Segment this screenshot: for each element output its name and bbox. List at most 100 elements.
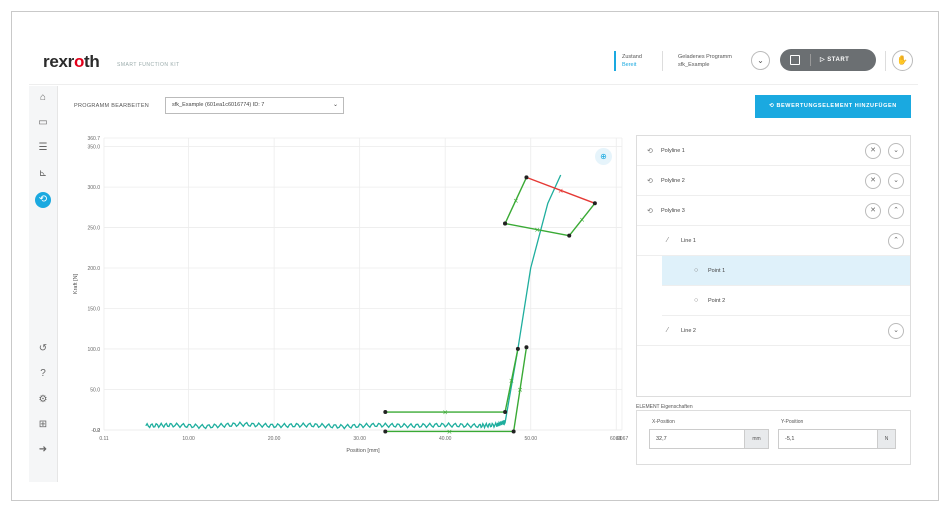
chevron-down-icon[interactable]: ⌄: [888, 143, 904, 159]
start-label: START: [827, 57, 849, 63]
x-tick-label: 30.00: [353, 436, 366, 442]
logout-icon[interactable]: ➜: [35, 442, 51, 458]
polyline-icon: ⟲: [647, 207, 653, 215]
program-select-value: sfk_Example (601ea1c6016774) ID: 7: [172, 102, 264, 108]
add-element-label: BEWERTUNGSELEMENT HINZUFÜGEN: [776, 103, 896, 109]
segment-marker: ×: [442, 409, 448, 417]
app-subtitle: SMART FUNCTION KIT: [117, 62, 180, 68]
polyline-icon: ⟲: [647, 177, 653, 185]
tree-item-label: Line 2: [681, 328, 696, 334]
y-tick-label: 0.0: [93, 428, 100, 434]
stop-button[interactable]: [790, 55, 800, 65]
control-divider: [810, 54, 811, 66]
segment-marker: ×: [517, 386, 523, 394]
y-tick-label: 360.7: [87, 136, 100, 142]
remove-icon[interactable]: ✕: [865, 173, 881, 189]
segment-marker: ×: [513, 197, 519, 205]
state-value: Bereit: [622, 61, 642, 69]
loaded-program: Geladenes Programm sfk_Example: [678, 53, 732, 69]
chevron-down-icon: ⌄: [757, 56, 764, 65]
program-dropdown-button[interactable]: ⌄: [751, 51, 770, 70]
window-point: [503, 222, 507, 226]
window-point: [512, 429, 516, 433]
evaluation-tree-panel: ⟲Polyline 1✕⌄⟲Polyline 2✕⌄⟲Polyline 3✕⌃⁄…: [636, 135, 911, 397]
chevron-up-icon[interactable]: ⌃: [888, 233, 904, 249]
add-evaluation-element-button[interactable]: ⟲ BEWERTUNGSELEMENT HINZUFÜGEN: [755, 95, 911, 118]
window-point: [524, 345, 528, 349]
evaluation-icon[interactable]: ⟲: [35, 192, 51, 208]
x-tick-label: 20.00: [268, 436, 281, 442]
state-label: Zustand: [622, 53, 642, 61]
window-point: [503, 410, 507, 414]
tree-item-label: Line 1: [681, 238, 696, 244]
chevron-down-icon[interactable]: ⌄: [888, 323, 904, 339]
sidebar: ⌂ ▭ ☰ ⊾ ⟲ ↺ ? ⚙ ⊞ ➜: [29, 86, 58, 482]
y-tick-label: 200.0: [87, 266, 100, 272]
window-point: [524, 175, 528, 179]
network-icon[interactable]: ⊞: [35, 417, 51, 433]
tree-item-label: Polyline 3: [661, 208, 685, 214]
rexroth-logo: rexroth: [43, 52, 100, 72]
chevron-up-icon[interactable]: ⌃: [888, 203, 904, 219]
y-tick-label: 350.0: [87, 145, 100, 151]
window-point: [383, 410, 387, 414]
segment-marker: ×: [447, 428, 453, 436]
hand-icon[interactable]: ✋: [892, 50, 913, 71]
state-indicator: [614, 51, 616, 71]
polyline-icon: ⟲: [647, 147, 653, 155]
x-tick-label: 10.00: [182, 436, 195, 442]
chart-svg: 0.1110.0020.0030.0040.0050.0060.0060.67-…: [69, 135, 629, 455]
header-divider: [662, 51, 663, 71]
help-icon[interactable]: ?: [35, 366, 51, 382]
y-tick-label: 50.0: [90, 387, 100, 393]
remove-icon[interactable]: ✕: [865, 143, 881, 159]
tree-item-point[interactable]: ○ Point 1: [662, 256, 910, 286]
y-tick-label: 150.0: [87, 306, 100, 312]
loaded-program-label: Geladenes Programm: [678, 53, 732, 61]
state-block: Zustand Bereit: [622, 53, 642, 69]
chart-icon[interactable]: ⊾: [35, 166, 51, 182]
x-tick-label: 0.11: [99, 436, 109, 442]
app-header: rexroth SMART FUNCTION KIT Zustand Berei…: [29, 37, 918, 85]
measurement-curve: [146, 175, 561, 429]
tree-item-point[interactable]: ○Point 2: [662, 286, 910, 316]
point-icon: ○: [694, 267, 698, 274]
chevron-down-icon: ⌄: [333, 101, 338, 108]
x-tick-label: 50.00: [524, 436, 537, 442]
start-button[interactable]: ▷ START: [820, 53, 849, 67]
segment-marker: ×: [579, 216, 585, 224]
app-window: rexroth SMART FUNCTION KIT Zustand Berei…: [29, 37, 918, 482]
chevron-down-icon[interactable]: ⌄: [888, 173, 904, 189]
segment-marker: ×: [558, 187, 564, 195]
settings-icon[interactable]: ⚙: [35, 392, 51, 408]
program-select[interactable]: sfk_Example (601ea1c6016774) ID: 7 ⌄: [165, 97, 344, 114]
y-tick-label: 250.0: [87, 226, 100, 232]
tree-item-line[interactable]: ⁄ Line 2 ⌄: [637, 316, 910, 346]
x-position-field[interactable]: 32,7: [649, 429, 745, 449]
loaded-program-value: sfk_Example: [678, 61, 732, 69]
folder-icon[interactable]: ▭: [35, 115, 51, 131]
history-icon[interactable]: ↺: [35, 341, 51, 357]
x-axis-label: Position [mm]: [346, 448, 380, 454]
y-tick-label: 100.0: [87, 347, 100, 353]
tree-item-label: Point 1: [708, 268, 725, 274]
steps-icon[interactable]: ☰: [35, 140, 51, 156]
tree-item-label: Polyline 1: [661, 148, 685, 154]
tree-item-polyline[interactable]: ⟲ Polyline 1 ✕ ⌄: [637, 136, 910, 166]
y-position-field[interactable]: -5,1: [778, 429, 878, 449]
segment-marker: ×: [509, 377, 515, 385]
home-icon[interactable]: ⌂: [35, 90, 51, 106]
tree-item-label: Polyline 2: [661, 178, 685, 184]
tree-item-polyline[interactable]: ⟲ Polyline 3 ✕ ⌃: [637, 196, 910, 226]
tree-item-polyline[interactable]: ⟲ Polyline 2 ✕ ⌄: [637, 166, 910, 196]
y-axis-label: Kraft [N]: [73, 273, 79, 294]
line-icon: ⁄: [667, 237, 668, 244]
point-icon: ○: [694, 297, 698, 304]
x-tick-label: 40.00: [439, 436, 452, 442]
force-position-chart[interactable]: 0.1110.0020.0030.0040.0050.0060.0060.67-…: [69, 135, 629, 455]
tree-item-line[interactable]: ⁄ Line 1 ⌃: [637, 226, 910, 256]
x-unit: mm: [745, 429, 769, 449]
zoom-icon[interactable]: ⊕: [595, 148, 612, 165]
line-icon: ⁄: [667, 327, 668, 334]
remove-icon[interactable]: ✕: [865, 203, 881, 219]
